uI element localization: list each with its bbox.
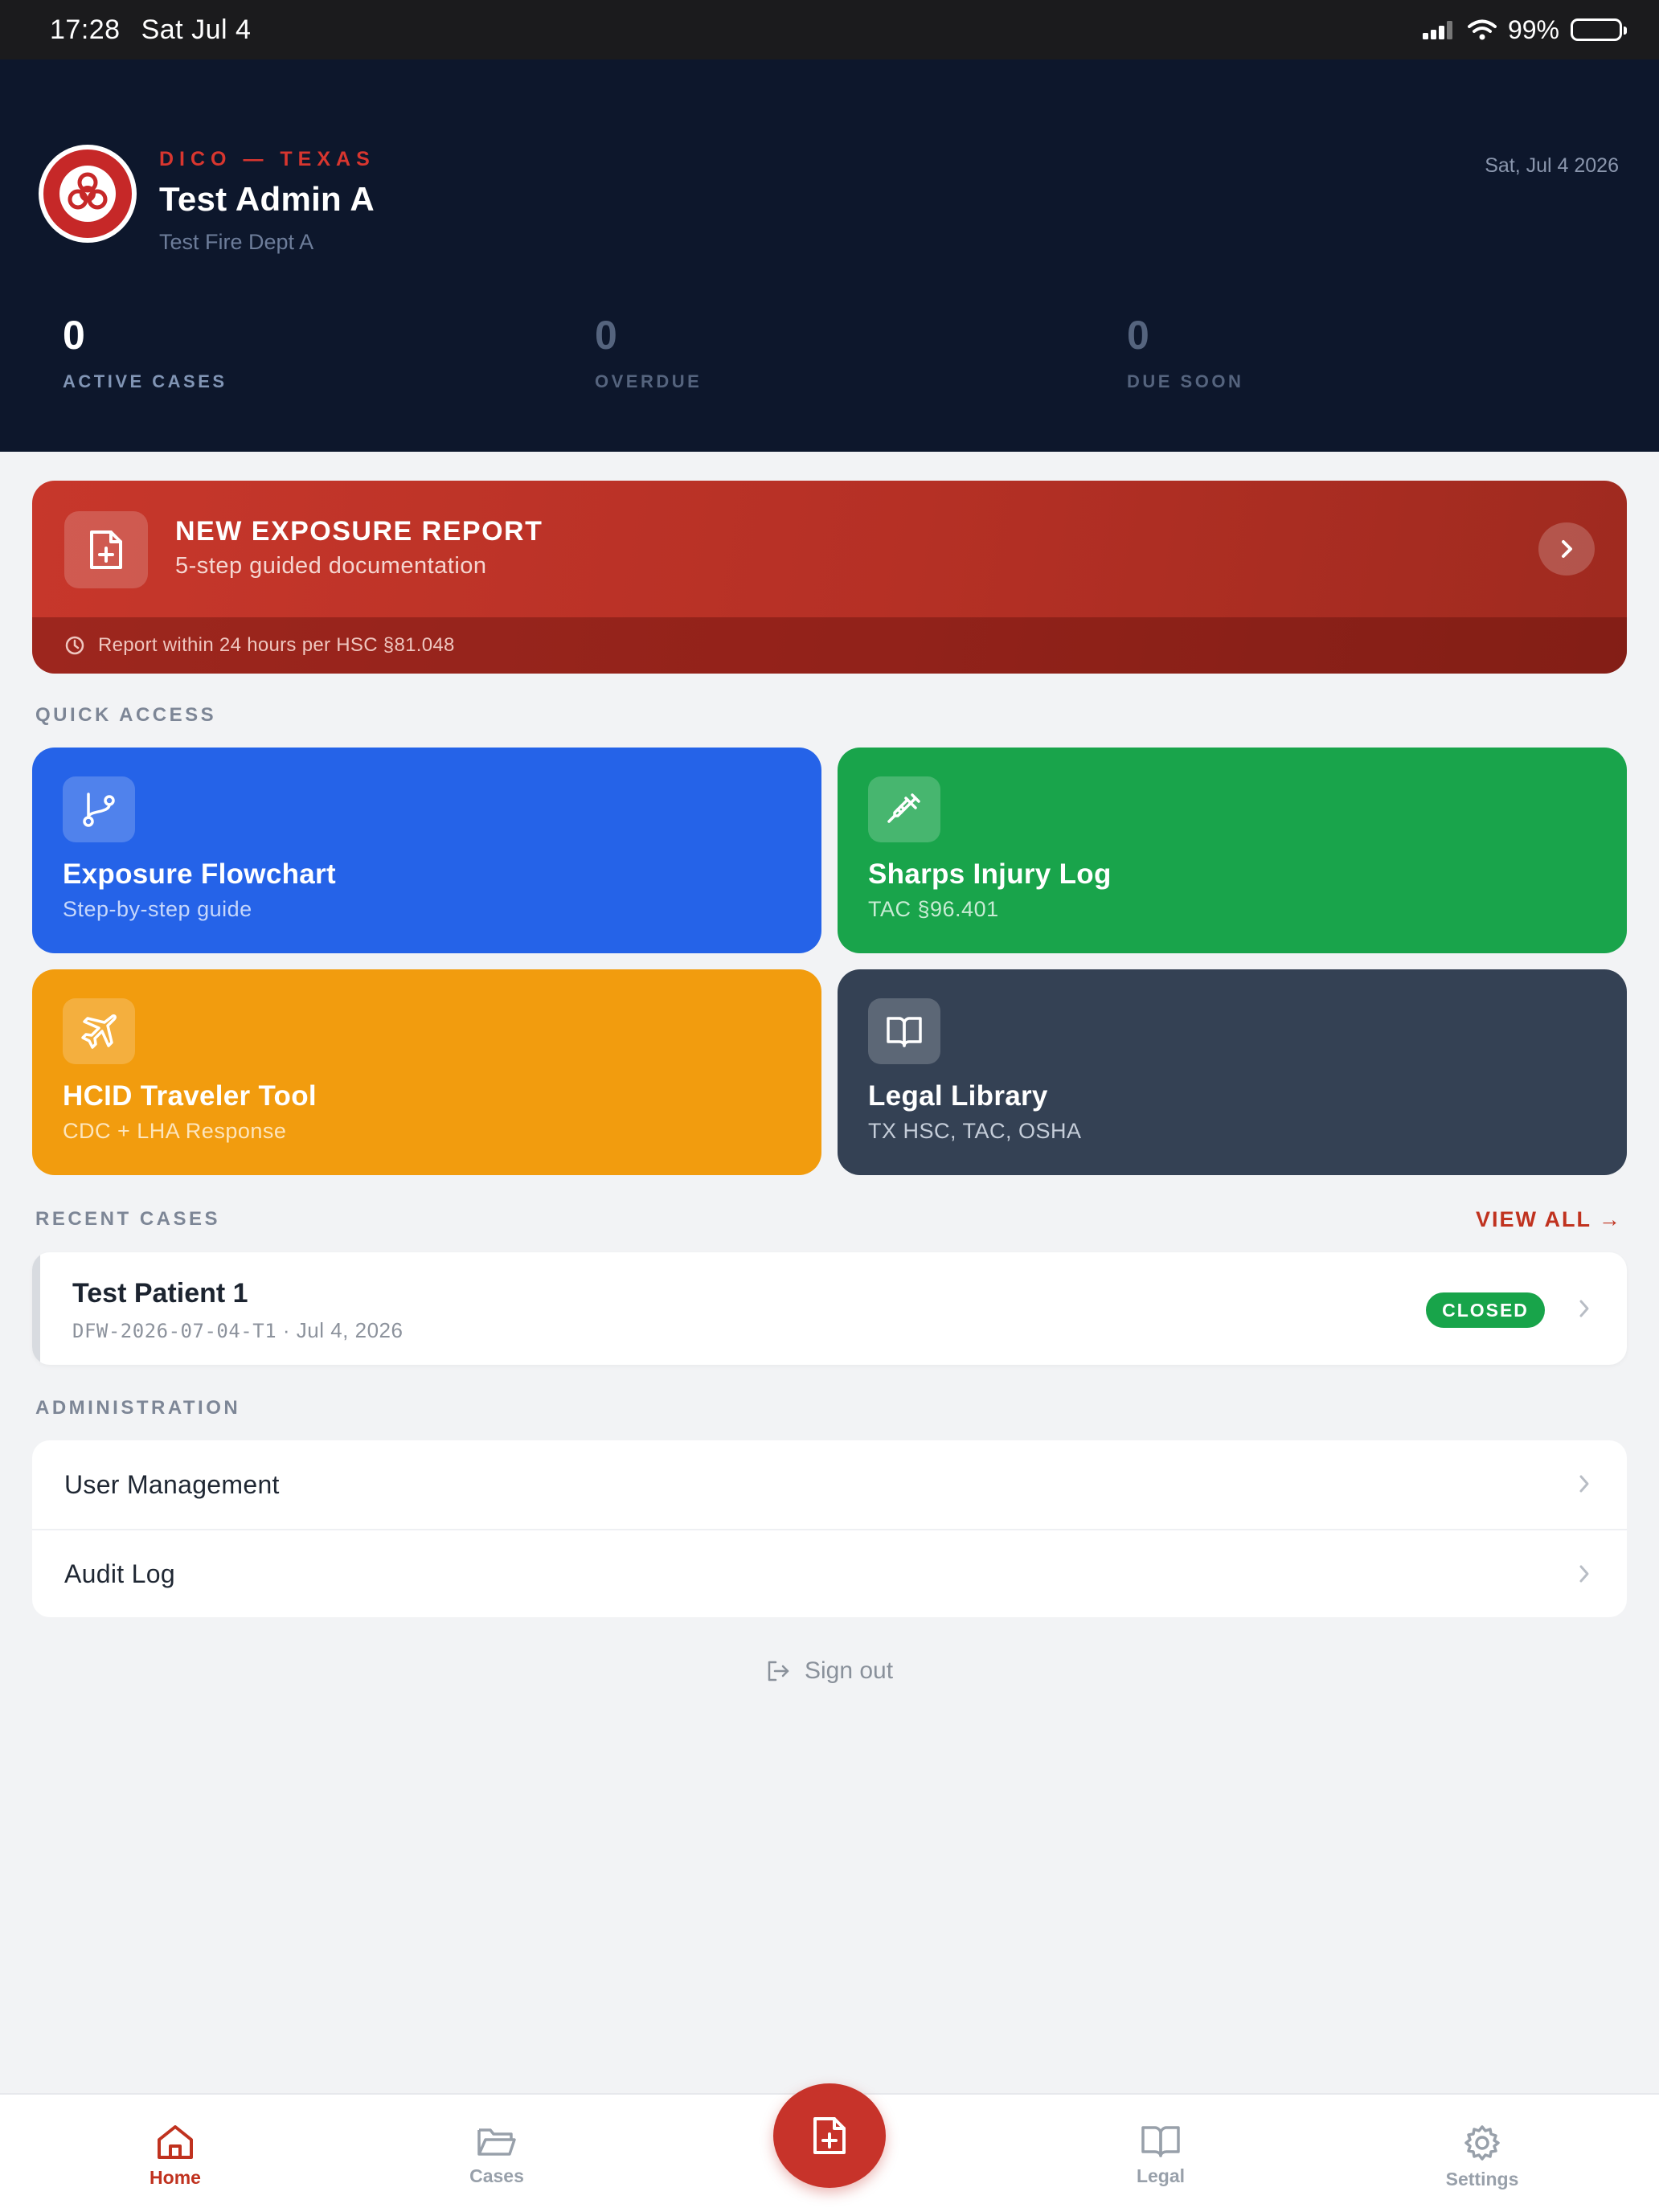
status-indicators: 99% xyxy=(1422,14,1627,45)
department-name: Test Fire Dept A xyxy=(159,230,314,254)
case-meta: DFW-2026-07-04-T1 · Jul 4, 2026 xyxy=(72,1318,403,1343)
battery-icon xyxy=(1571,18,1627,41)
log-out-icon xyxy=(766,1660,790,1682)
quick-access-label: QUICK ACCESS xyxy=(35,704,217,726)
plane-icon xyxy=(63,998,135,1064)
chevron-right-icon xyxy=(1577,1563,1591,1585)
case-row-test-patient-1[interactable]: Test Patient 1 DFW-2026-07-04-T1 · Jul 4… xyxy=(32,1252,1627,1365)
home-icon xyxy=(155,2124,195,2161)
audit-log-item[interactable]: Audit Log xyxy=(32,1529,1627,1617)
legal-library-tile[interactable]: Legal Library TX HSC, TAC, OSHA xyxy=(838,969,1627,1175)
view-all-link[interactable]: VIEW ALL → xyxy=(1476,1207,1622,1232)
case-id: DFW-2026-07-04-T1 xyxy=(72,1320,277,1342)
chevron-right-icon xyxy=(1538,522,1595,576)
book-icon xyxy=(868,998,940,1064)
tab-settings[interactable]: Settings xyxy=(1402,2124,1563,2190)
case-patient-name: Test Patient 1 xyxy=(72,1278,248,1309)
clock-icon xyxy=(64,635,85,656)
dashboard-header: DICO — TEXAS Test Admin A Test Fire Dept… xyxy=(0,59,1659,452)
new-report-fab[interactable] xyxy=(773,2083,886,2188)
chevron-right-icon xyxy=(1577,1297,1591,1320)
file-plus-icon xyxy=(64,511,148,588)
battery-percent: 99% xyxy=(1507,14,1559,44)
folder-icon xyxy=(476,2124,518,2159)
tab-home[interactable]: Home xyxy=(95,2124,256,2189)
administration-label: ADMINISTRATION xyxy=(35,1397,241,1419)
current-date: Sat, Jul 4 2026 xyxy=(1485,154,1619,177)
git-branch-icon xyxy=(63,776,135,842)
tab-cases[interactable]: Cases xyxy=(416,2124,577,2187)
case-date: · Jul 4, 2026 xyxy=(276,1318,403,1342)
syringe-icon xyxy=(868,776,940,842)
status-time: 17:28 Sat Jul 4 xyxy=(50,14,252,45)
admin-list: User Management Audit Log xyxy=(32,1440,1627,1617)
sign-out-button[interactable]: Sign out xyxy=(0,1657,1659,1685)
gear-icon xyxy=(1463,2124,1501,2162)
book-icon xyxy=(1140,2124,1182,2159)
case-status-bar xyxy=(32,1252,40,1365)
hcid-traveler-tool-tile[interactable]: HCID Traveler Tool CDC + LHA Response xyxy=(32,969,821,1175)
new-exposure-report-button[interactable]: NEW EXPOSURE REPORT 5-step guided docume… xyxy=(32,481,1627,674)
new-report-title: NEW EXPOSURE REPORT xyxy=(175,516,543,547)
exposure-flowchart-tile[interactable]: Exposure Flowchart Step-by-step guide xyxy=(32,748,821,953)
file-plus-icon xyxy=(812,2116,847,2156)
stat-overdue: 0 OVERDUE xyxy=(595,313,703,391)
chevron-right-icon xyxy=(1577,1473,1591,1495)
report-deadline-notice: Report within 24 hours per HSC §81.048 xyxy=(32,617,1627,674)
user-management-item[interactable]: User Management xyxy=(32,1440,1627,1529)
stat-active-cases: 0 ACTIVE CASES xyxy=(63,313,227,391)
sharps-injury-log-tile[interactable]: Sharps Injury Log TAC §96.401 xyxy=(838,748,1627,953)
org-label: DICO — TEXAS xyxy=(159,148,375,170)
biohazard-seal-icon xyxy=(39,145,137,243)
status-bar: 17:28 Sat Jul 4 99% xyxy=(0,0,1659,59)
wifi-icon xyxy=(1467,19,1497,40)
recent-cases-label: RECENT CASES xyxy=(35,1208,221,1230)
new-report-subtitle: 5-step guided documentation xyxy=(175,553,487,579)
signal-icon xyxy=(1422,20,1456,39)
stat-due-soon: 0 DUE SOON xyxy=(1127,313,1244,391)
status-badge: CLOSED xyxy=(1426,1292,1545,1328)
user-name: Test Admin A xyxy=(159,180,375,218)
tab-legal[interactable]: Legal xyxy=(1080,2124,1241,2187)
